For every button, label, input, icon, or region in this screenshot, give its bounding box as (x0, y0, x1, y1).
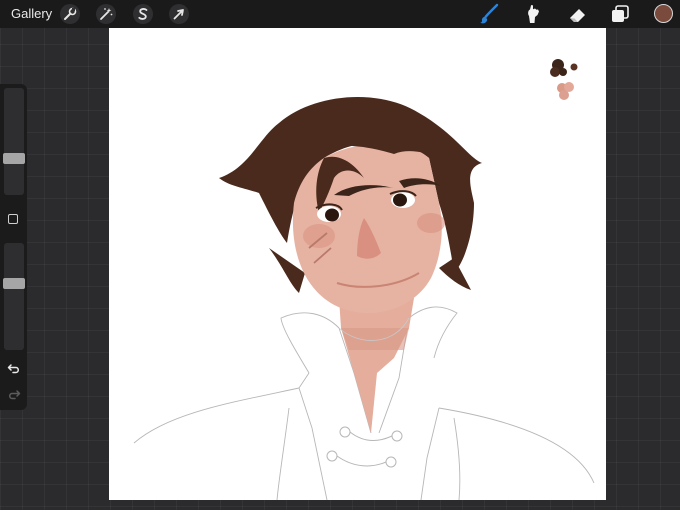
redo-icon (9, 390, 21, 400)
transform-button[interactable] (169, 4, 189, 24)
undo-button[interactable] (7, 361, 21, 375)
eraser-tool-button[interactable] (566, 3, 588, 25)
actions-button[interactable] (60, 4, 80, 24)
jacket-buttons (326, 426, 403, 468)
gallery-button[interactable]: Gallery (11, 6, 52, 21)
neck (339, 298, 414, 433)
selection-s-icon (138, 8, 148, 20)
layers-icon (612, 5, 629, 22)
smudge-icon (528, 4, 539, 24)
redo-button[interactable] (7, 387, 21, 401)
magic-wand-icon (100, 8, 113, 20)
opacity-slider-thumb[interactable] (3, 278, 25, 289)
color-picker-button[interactable] (654, 4, 673, 23)
brush-tool-button[interactable] (478, 3, 500, 25)
brush-size-slider-thumb[interactable] (3, 153, 25, 164)
modify-button[interactable] (8, 214, 18, 224)
smudge-tool-button[interactable] (522, 3, 544, 25)
layers-button[interactable] (609, 3, 631, 25)
arrow-cursor-icon (173, 9, 184, 20)
brush-size-slider[interactable] (3, 88, 25, 195)
brush-icon (480, 3, 499, 24)
selection-button[interactable] (133, 4, 153, 24)
drawing-canvas[interactable] (109, 28, 606, 500)
top-toolbar: Gallery (0, 0, 680, 28)
undo-icon (7, 364, 19, 374)
eraser-icon (570, 9, 585, 22)
adjustments-button[interactable] (96, 4, 116, 24)
opacity-slider[interactable] (3, 243, 25, 350)
artwork (133, 59, 595, 500)
face (292, 138, 445, 313)
left-sidebar (0, 84, 27, 410)
color-palette-swatches (550, 59, 578, 100)
wrench-icon (64, 7, 77, 20)
